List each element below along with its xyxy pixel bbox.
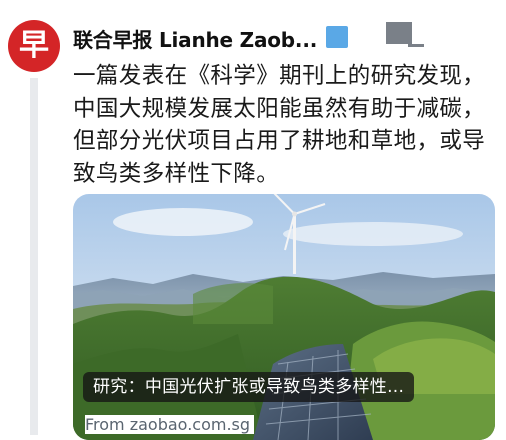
link-card-title: 研究：中国光伏扩张或导致鸟类多样性... (83, 372, 415, 402)
link-card[interactable]: 研究：中国光伏扩张或导致鸟类多样性... (73, 194, 495, 440)
redacted-handle-icon (378, 22, 428, 52)
author-name[interactable]: 联合早报 Lianhe Zaob... (73, 24, 317, 53)
landscape-image (73, 194, 495, 440)
thread-line (30, 78, 38, 435)
avatar-glyph: 早 (19, 28, 49, 63)
avatar[interactable]: 早 (8, 20, 60, 72)
link-card-source[interactable]: From zaobao.com.sg (85, 415, 255, 434)
post-header: 联合早报 Lianhe Zaob... (73, 22, 498, 56)
verified-badge-icon (326, 26, 348, 48)
post: 早 联合早报 Lianhe Zaob... 一篇发表在《科学》期刊上的研究发现，… (0, 0, 506, 440)
post-text: 一篇发表在《科学》期刊上的研究发现，中国大规模发展太阳能虽然有助于减碳，但部分光… (73, 63, 486, 187)
